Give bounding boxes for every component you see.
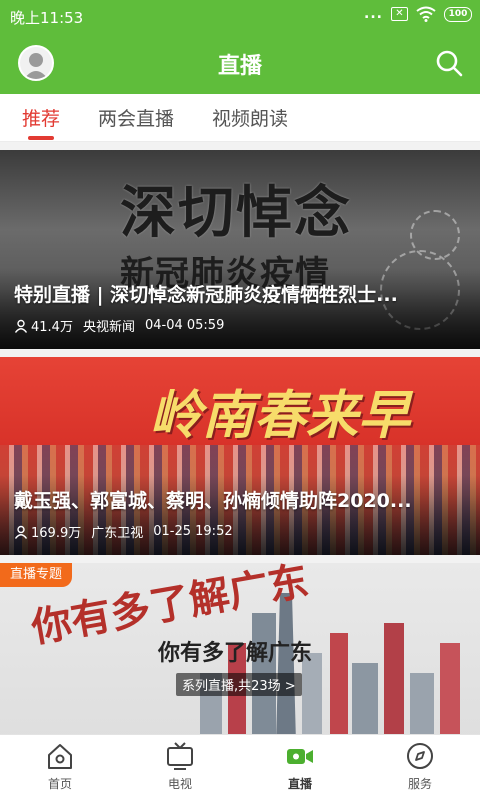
live-camera-icon xyxy=(287,749,313,764)
status-bar: 晚上11:53 ... ✕ 100 xyxy=(0,0,480,32)
topic-title: 你有多了解广东 xyxy=(158,641,313,666)
nav-home[interactable]: 首页 xyxy=(20,741,100,792)
view-count-value: 169.9万 xyxy=(31,526,82,541)
view-count-value: 41.4万 xyxy=(31,320,73,335)
more-dots-icon: ... xyxy=(364,6,383,22)
card-title: 特别直播 | 深切悼念新冠肺炎疫情牺牲烈士... xyxy=(14,284,398,306)
nav-tv[interactable]: 电视 xyxy=(140,741,220,792)
card-title: 戴玉强、郭富城、蔡明、孙楠倾情助阵2020... xyxy=(14,490,412,512)
app-header: 直播 xyxy=(0,32,480,94)
card-artwork-text: 岭南春来早 xyxy=(150,385,411,446)
card-artwork-text: 深切悼念 xyxy=(120,180,352,246)
nav-live[interactable]: 直播 xyxy=(260,741,340,792)
status-time: 晚上11:53 xyxy=(10,9,84,27)
live-feed: 深切悼念 新冠肺炎疫情 特别直播 | 深切悼念新冠肺炎疫情牺牲烈士... 41.… xyxy=(0,142,480,734)
live-topic-badge: 直播专题 xyxy=(0,563,73,587)
card-source: 广东卫视 xyxy=(91,526,144,541)
search-icon[interactable] xyxy=(434,48,464,78)
status-icons: ... ✕ 100 xyxy=(364,6,472,22)
flower-decoration xyxy=(410,210,460,260)
view-count: 169.9万 xyxy=(14,522,81,541)
nav-label: 服务 xyxy=(407,777,432,791)
tab-bar: 推荐 两会直播 视频朗读 xyxy=(0,94,480,142)
topic-series-link[interactable]: 系列直播,共23场 > xyxy=(176,673,302,696)
nav-services[interactable]: 服务 xyxy=(380,741,460,792)
page-title: 直播 xyxy=(217,54,262,79)
nav-label: 直播 xyxy=(287,777,312,791)
card-meta: 169.9万 广东卫视 01-25 19:52 xyxy=(14,522,233,541)
tab-video-reading[interactable]: 视频朗读 xyxy=(212,104,288,131)
battery-icon: 100 xyxy=(444,6,472,22)
card-source: 央视新闻 xyxy=(82,320,135,335)
live-card[interactable]: 岭南春来早 戴玉强、郭富城、蔡明、孙楠倾情助阵2020... 169.9万 广东… xyxy=(0,357,480,555)
view-count: 41.4万 xyxy=(14,316,73,335)
live-card[interactable]: 深切悼念 新冠肺炎疫情 特别直播 | 深切悼念新冠肺炎疫情牺牲烈士... 41.… xyxy=(0,150,480,349)
live-topic-card[interactable]: 你有多了解广东 直播专题 你有多了解广东 系列直播,共23场 > xyxy=(0,563,480,734)
tv-icon xyxy=(167,742,193,770)
nav-label: 首页 xyxy=(47,777,72,791)
no-sim-icon: ✕ xyxy=(391,7,408,21)
person-icon xyxy=(14,319,28,333)
card-time: 04-04 05:59 xyxy=(144,318,225,333)
home-icon xyxy=(48,744,72,769)
person-icon xyxy=(14,525,28,539)
wifi-icon xyxy=(416,6,436,22)
card-meta: 41.4万 央视新闻 04-04 05:59 xyxy=(14,316,224,335)
compass-icon xyxy=(407,743,433,769)
tab-recommended[interactable]: 推荐 xyxy=(22,104,60,131)
nav-label: 电视 xyxy=(167,777,192,791)
tab-two-sessions-live[interactable]: 两会直播 xyxy=(98,104,174,131)
active-tab-indicator xyxy=(28,136,54,140)
bottom-navigation: 首页 电视 直播 服务 xyxy=(0,734,480,800)
card-time: 01-25 19:52 xyxy=(153,524,233,539)
